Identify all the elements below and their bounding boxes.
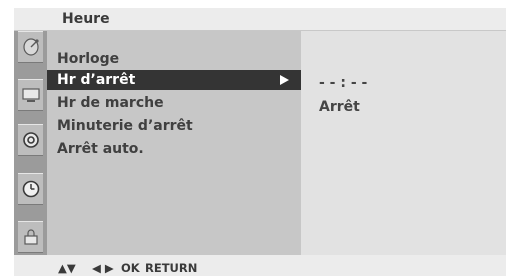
category-lock-tab[interactable]: [18, 221, 43, 253]
menu-item-label: Hr d’arrêt: [57, 72, 136, 88]
category-audio-tab[interactable]: [18, 124, 43, 156]
menu-item-arret-auto[interactable]: Arrêt auto.: [47, 139, 301, 159]
time-value[interactable]: - - : - -: [319, 75, 367, 91]
footer-hints: ▲▼ ◀ ▶ OK RETURN: [14, 255, 506, 276]
leftright-arrows-icon: ◀ ▶: [92, 261, 114, 275]
chevron-right-icon: [280, 75, 289, 85]
menu-title: Heure: [62, 11, 110, 27]
menu-item-hr-arret[interactable]: Hr d’arrêt: [47, 70, 301, 90]
menu-item-label: Minuterie d’arrêt: [57, 118, 193, 134]
category-picture-tab[interactable]: [18, 79, 43, 111]
osd-menu: Heure Horloge Hr d’arrêt Hr de marche Mi…: [14, 8, 506, 276]
speaker-icon: [22, 132, 39, 148]
menu-item-label: Hr de marche: [57, 95, 164, 111]
menu-item-label: Horloge: [57, 51, 120, 67]
clock-icon: [22, 180, 39, 198]
ok-hint: OK: [121, 261, 140, 275]
menu-item-label: Arrêt auto.: [57, 141, 144, 157]
category-time-tab[interactable]: [18, 173, 43, 205]
lock-icon: [23, 229, 38, 245]
category-icon-bar: [14, 31, 47, 255]
state-value[interactable]: Arrêt: [319, 99, 360, 115]
return-hint: RETURN: [145, 261, 198, 275]
category-setup-tab[interactable]: [18, 31, 43, 63]
menu-header: Heure: [14, 8, 506, 31]
menu-item-minuterie[interactable]: Minuterie d’arrêt: [47, 116, 301, 136]
menu-item-hr-marche[interactable]: Hr de marche: [47, 93, 301, 113]
satellite-dish-icon: [22, 38, 39, 56]
menu-list: Horloge Hr d’arrêt Hr de marche Minuteri…: [47, 31, 301, 255]
menu-item-horloge[interactable]: Horloge: [47, 49, 301, 69]
tv-screen-icon: [21, 88, 40, 102]
updown-arrows-icon: ▲▼: [58, 261, 76, 275]
submenu-panel: - - : - - Arrêt: [301, 31, 506, 255]
